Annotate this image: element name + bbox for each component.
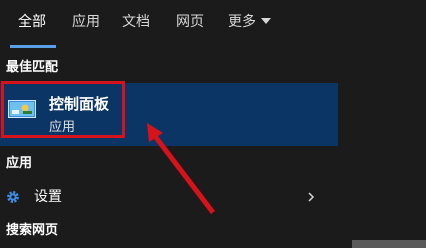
tab-more[interactable]: 更多 [228, 13, 271, 31]
active-tab-indicator [10, 45, 56, 48]
chevron-right-icon[interactable] [306, 189, 316, 205]
settings-label: 设置 [34, 189, 62, 205]
tab-apps[interactable]: 应用 [72, 13, 100, 31]
section-heading-apps: 应用 [6, 156, 33, 171]
app-item-settings[interactable]: 设置 [0, 180, 338, 214]
tab-web[interactable]: 网页 [176, 13, 204, 31]
search-tabs: 全部 应用 文档 网页 更多 [0, 0, 426, 52]
tab-all[interactable]: 全部 [18, 13, 46, 31]
bottom-scroll-bar [352, 240, 426, 248]
annotation-highlight-box [1, 81, 125, 138]
tab-documents[interactable]: 文档 [122, 13, 150, 31]
gear-icon [7, 191, 19, 203]
caret-down-icon [261, 18, 271, 24]
section-heading-search-web: 搜索网页 [6, 223, 59, 238]
section-heading-best-match: 最佳匹配 [6, 60, 59, 75]
tab-more-label: 更多 [228, 14, 256, 30]
